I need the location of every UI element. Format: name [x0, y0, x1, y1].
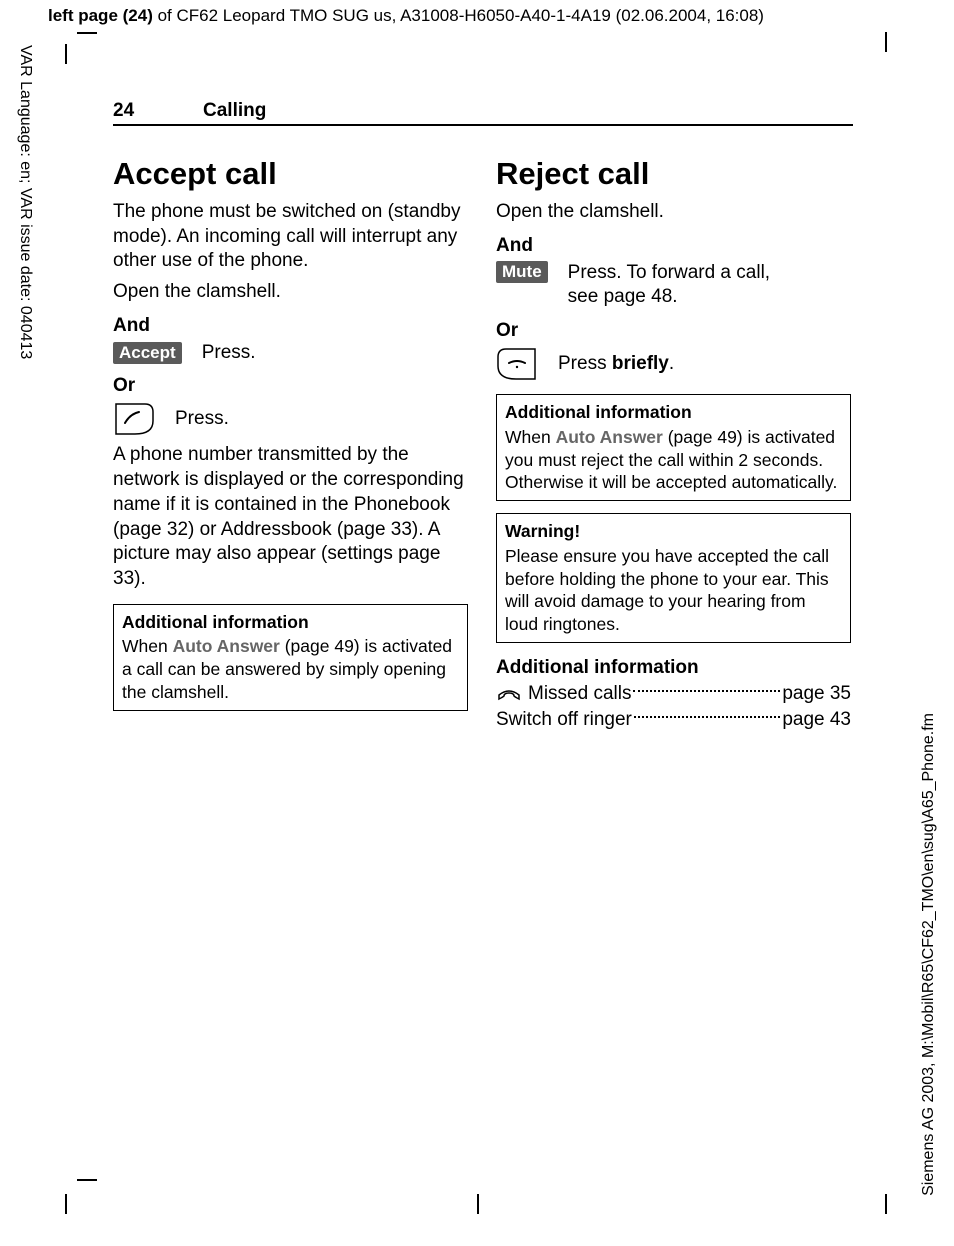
end-key-icon [496, 346, 538, 382]
column-left: Accept call The phone must be switched o… [113, 146, 468, 735]
crop-mark [65, 44, 67, 64]
warning-box-head: Warning! [505, 520, 842, 543]
page-content: 24 Calling Accept call The phone must be… [113, 100, 853, 735]
step-desc: Press. To forward a call, see page 48. [568, 261, 798, 310]
crop-mark [477, 1194, 479, 1214]
softkey-mute: Mute [496, 261, 548, 283]
heading-reject-call: Reject call [496, 156, 851, 192]
crop-mark [885, 32, 887, 52]
info-box-head: Additional information [122, 611, 459, 634]
label-or: Or [113, 375, 468, 397]
step-desc: Press. [202, 341, 256, 366]
para: Open the clamshell. [113, 280, 468, 305]
crop-mark [65, 1194, 67, 1214]
highlight-auto-answer: Auto Answer [556, 427, 663, 447]
label-or: Or [496, 320, 851, 342]
para: Open the clamshell. [496, 200, 851, 225]
highlight-auto-answer: Auto Answer [173, 636, 280, 656]
print-header-rest: of CF62 Leopard TMO SUG us, A31008-H6050… [153, 6, 764, 25]
step-row: Press. [113, 401, 468, 437]
heading-accept-call: Accept call [113, 156, 468, 192]
step-row: Mute Press. To forward a call, see page … [496, 261, 851, 310]
info-box: Additional information When Auto Answer … [496, 394, 851, 501]
crop-mark [77, 32, 97, 34]
para: A phone number transmitted by the networ… [113, 443, 468, 591]
print-header: left page (24) of CF62 Leopard TMO SUG u… [48, 6, 764, 26]
phone-icon [496, 684, 522, 704]
margin-text-left: VAR Language: en; VAR issue date: 040413 [16, 45, 34, 359]
label-and: And [496, 235, 851, 257]
leader-dots [633, 690, 780, 692]
xref-row: Missed calls page 35 [496, 683, 851, 705]
xref-page: page 35 [782, 683, 851, 705]
additional-info-head: Additional information [496, 657, 851, 679]
margin-text-right: Siemens AG 2003, M:\Mobil\R65\CF62_TMO\e… [920, 713, 938, 1196]
para: The phone must be switched on (standby m… [113, 200, 468, 274]
section-title: Calling [203, 100, 266, 122]
step-row: Accept Press. [113, 341, 468, 366]
warning-box-body: Please ensure you have accepted the call… [505, 545, 842, 636]
xref-label: Switch off ringer [496, 709, 632, 731]
print-header-bold: left page (24) [48, 6, 153, 25]
leader-dots [634, 716, 780, 718]
xref-row: Switch off ringer page 43 [496, 709, 851, 731]
info-box-head: Additional information [505, 401, 842, 424]
column-right: Reject call Open the clamshell. And Mute… [496, 146, 851, 735]
call-key-icon [113, 401, 155, 437]
warning-box: Warning! Please ensure you have accepted… [496, 513, 851, 643]
info-box-body: When Auto Answer (page 49) is activated … [505, 426, 842, 494]
label-and: And [113, 315, 468, 337]
step-desc: Press briefly. [558, 352, 674, 377]
softkey-accept: Accept [113, 342, 182, 364]
info-box: Additional information When Auto Answer … [113, 604, 468, 711]
page-number: 24 [113, 100, 203, 122]
step-desc: Press. [175, 407, 229, 432]
running-head: 24 Calling [113, 100, 853, 126]
xref-label: Missed calls [528, 683, 631, 705]
crop-mark [885, 1194, 887, 1214]
xref-page: page 43 [782, 709, 851, 731]
step-row: Press briefly. [496, 346, 851, 382]
info-box-body: When Auto Answer (page 49) is activated … [122, 635, 459, 703]
crop-mark [77, 1179, 97, 1181]
